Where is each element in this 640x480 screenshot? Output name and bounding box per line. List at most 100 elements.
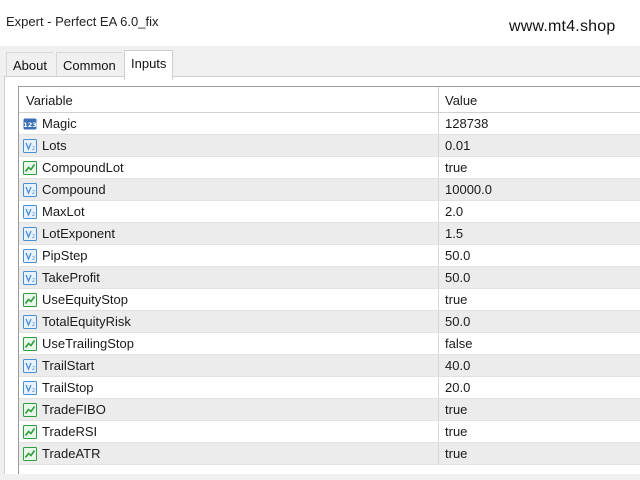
table-row[interactable]: TradeATR true (19, 443, 640, 465)
variable-cell: UseEquityStop (19, 289, 439, 310)
svg-text:2: 2 (32, 190, 35, 196)
value-cell[interactable]: 2.0 (439, 201, 640, 222)
svg-text:2: 2 (32, 146, 35, 152)
watermark-text: www.mt4.shop (509, 18, 616, 35)
double-icon: 2 (23, 270, 37, 285)
table-row[interactable]: CompoundLot true (19, 157, 640, 179)
bool-icon (23, 292, 37, 307)
svg-text:2: 2 (32, 256, 35, 262)
double-icon: 2 (23, 358, 37, 373)
table-row[interactable]: UseEquityStop true (19, 289, 640, 311)
variable-cell: 123 Magic (19, 113, 439, 134)
table-row[interactable]: 2 TakeProfit 50.0 (19, 267, 640, 289)
value-cell[interactable]: 128738 (439, 113, 640, 134)
table-row[interactable]: 2 TrailStop 20.0 (19, 377, 640, 399)
title-bar: Expert - Perfect EA 6.0_fix www.mt4.shop (0, 0, 640, 46)
double-icon: 2 (23, 314, 37, 329)
variable-cell: 2 TotalEquityRisk (19, 311, 439, 332)
variable-name: Compound (42, 182, 106, 197)
value-cell[interactable]: 50.0 (439, 267, 640, 288)
svg-text:2: 2 (32, 366, 35, 372)
svg-text:2: 2 (32, 388, 35, 394)
table-row[interactable]: 2 LotExponent 1.5 (19, 223, 640, 245)
variable-cell: 2 TrailStop (19, 377, 439, 398)
double-icon: 2 (23, 204, 37, 219)
double-icon: 2 (23, 248, 37, 263)
table-row[interactable]: 123 Magic 128738 (19, 113, 640, 135)
value-cell[interactable]: true (439, 289, 640, 310)
value-cell[interactable]: 0.01 (439, 135, 640, 156)
variable-name: PipStep (42, 248, 88, 263)
variable-name: UseTrailingStop (42, 336, 135, 351)
variable-name: MaxLot (42, 204, 85, 219)
value-cell[interactable]: true (439, 421, 640, 442)
table-row[interactable]: 2 TotalEquityRisk 50.0 (19, 311, 640, 333)
variable-cell: CompoundLot (19, 157, 439, 178)
value-cell[interactable]: 1.5 (439, 223, 640, 244)
value-cell[interactable]: true (439, 443, 640, 464)
table-row[interactable]: 2 TrailStart 40.0 (19, 355, 640, 377)
bool-icon (23, 402, 37, 417)
bottom-strip (0, 474, 640, 480)
value-cell[interactable]: true (439, 399, 640, 420)
window-title: Expert - Perfect EA 6.0_fix (6, 14, 159, 29)
variable-name: TakeProfit (42, 270, 100, 285)
variable-cell: 2 MaxLot (19, 201, 439, 222)
variable-cell: 2 LotExponent (19, 223, 439, 244)
value-cell[interactable]: 50.0 (439, 245, 640, 266)
table-row[interactable]: TradeRSI true (19, 421, 640, 443)
variable-name: LotExponent (42, 226, 116, 241)
variable-cell: 2 Compound (19, 179, 439, 200)
tab-inputs[interactable]: Inputs (124, 50, 174, 80)
value-cell[interactable]: 50.0 (439, 311, 640, 332)
bool-icon (23, 160, 37, 175)
column-header-value[interactable]: Value (439, 87, 640, 112)
table-row[interactable]: 2 MaxLot 2.0 (19, 201, 640, 223)
variable-cell: TradeRSI (19, 421, 439, 442)
table-row[interactable]: 2 PipStep 50.0 (19, 245, 640, 267)
table-row[interactable]: UseTrailingStop false (19, 333, 640, 355)
table-row[interactable]: 2 Lots 0.01 (19, 135, 640, 157)
double-icon: 2 (23, 182, 37, 197)
value-cell[interactable]: 10000.0 (439, 179, 640, 200)
variable-name: TradeRSI (42, 424, 98, 439)
value-cell[interactable]: true (439, 157, 640, 178)
variable-name: UseEquityStop (42, 292, 128, 307)
bool-icon (23, 446, 37, 461)
svg-text:2: 2 (32, 212, 35, 218)
tab-bar: About Common Inputs (0, 46, 640, 80)
double-icon: 2 (23, 226, 37, 241)
variable-name: CompoundLot (42, 160, 124, 175)
svg-text:2: 2 (32, 278, 35, 284)
inputs-table: Variable Value 123 Magic 128738 2 Lots 0.01 Co… (18, 86, 640, 475)
variable-cell: TradeATR (19, 443, 439, 464)
table-body: 123 Magic 128738 2 Lots 0.01 CompoundLot true 2 C… (19, 113, 640, 465)
variable-cell: TradeFIBO (19, 399, 439, 420)
variable-name: TradeFIBO (42, 402, 106, 417)
svg-text:2: 2 (32, 322, 35, 328)
inputs-panel: Variable Value 123 Magic 128738 2 Lots 0.01 Co… (4, 76, 640, 475)
variable-name: TrailStart (42, 358, 95, 373)
variable-cell: 2 Lots (19, 135, 439, 156)
table-row[interactable]: TradeFIBO true (19, 399, 640, 421)
variable-name: Lots (42, 138, 67, 153)
svg-text:123: 123 (23, 121, 37, 129)
table-row[interactable]: 2 Compound 10000.0 (19, 179, 640, 201)
variable-name: Magic (42, 116, 77, 131)
double-icon: 2 (23, 138, 37, 153)
variable-cell: 2 PipStep (19, 245, 439, 266)
bool-icon (23, 336, 37, 351)
value-cell[interactable]: 20.0 (439, 377, 640, 398)
variable-name: TrailStop (42, 380, 94, 395)
svg-text:2: 2 (32, 234, 35, 240)
tab-about[interactable]: About (6, 52, 53, 78)
column-header-variable[interactable]: Variable (19, 87, 439, 112)
bool-icon (23, 424, 37, 439)
value-cell[interactable]: false (439, 333, 640, 354)
integer-icon: 123 (23, 117, 37, 131)
double-icon: 2 (23, 380, 37, 395)
tab-common[interactable]: Common (56, 52, 122, 78)
value-cell[interactable]: 40.0 (439, 355, 640, 376)
variable-cell: 2 TakeProfit (19, 267, 439, 288)
variable-name: TradeATR (42, 446, 101, 461)
